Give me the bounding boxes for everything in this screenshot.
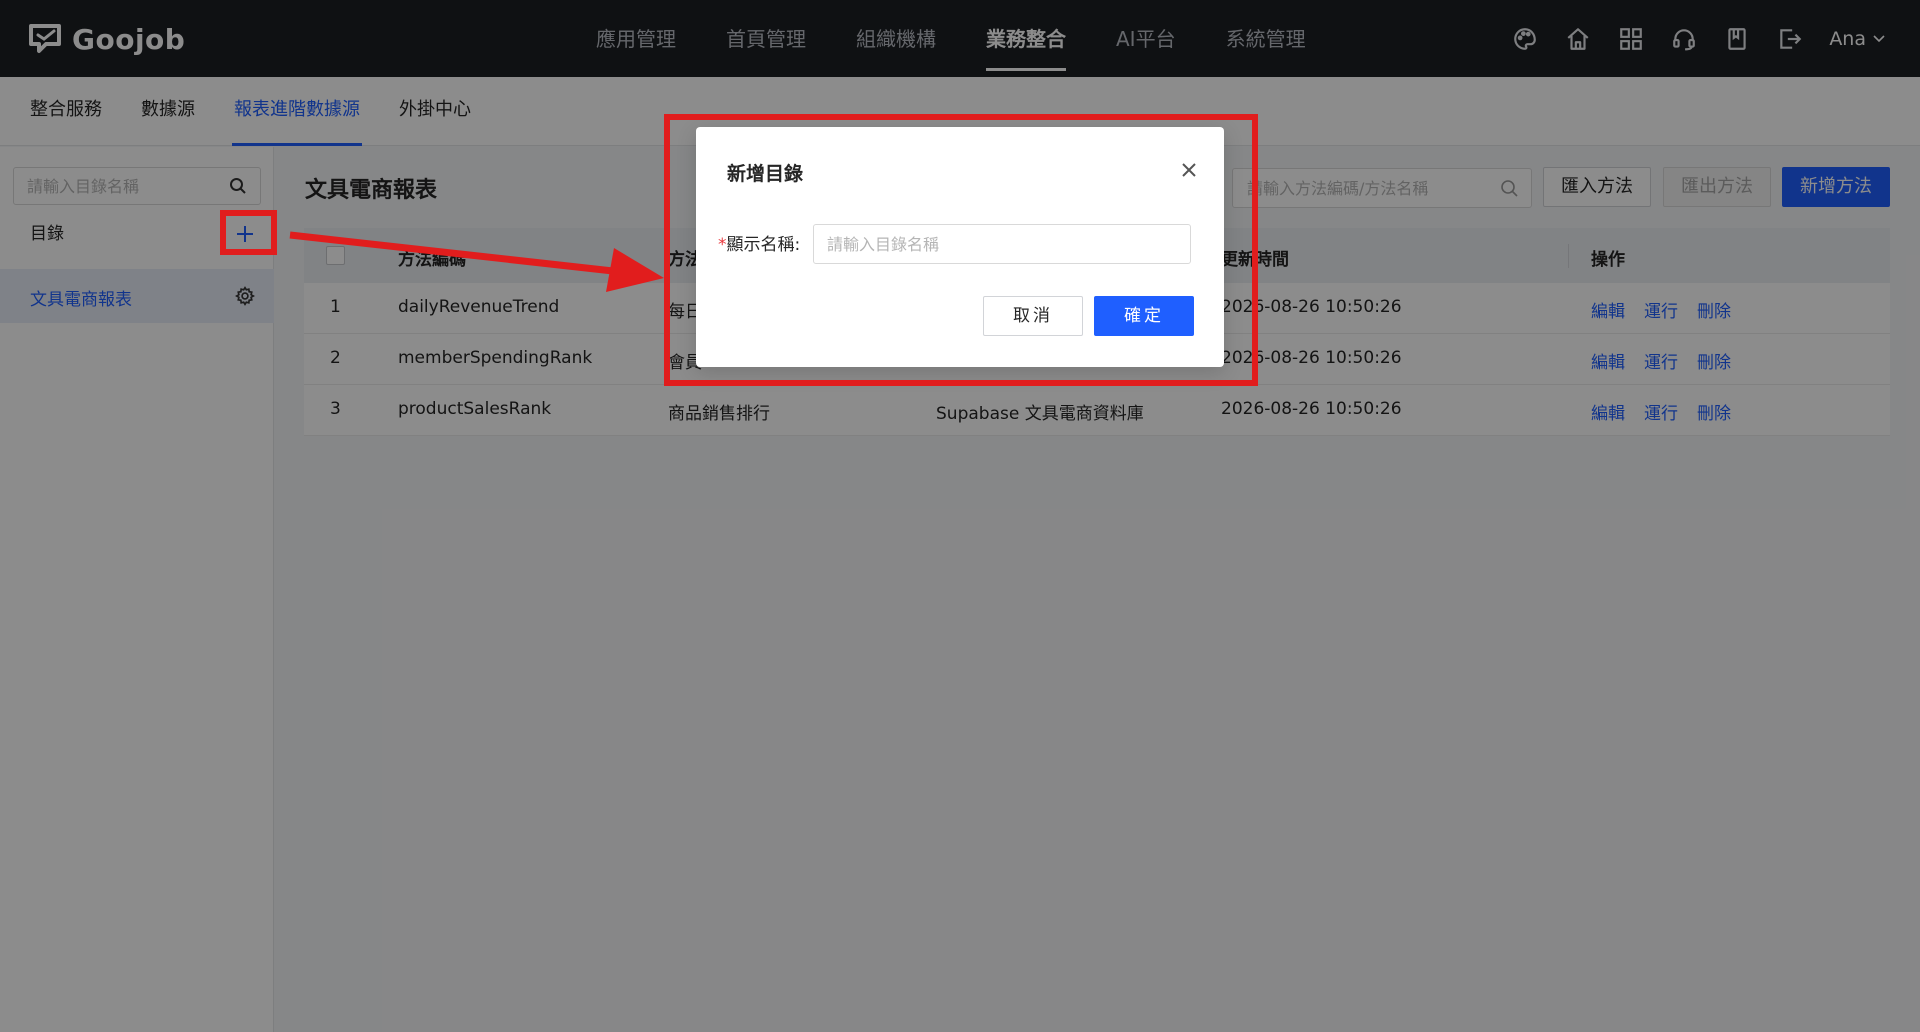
annotation-highlight-add-button <box>220 210 277 255</box>
annotation-highlight-dialog <box>664 114 1258 386</box>
